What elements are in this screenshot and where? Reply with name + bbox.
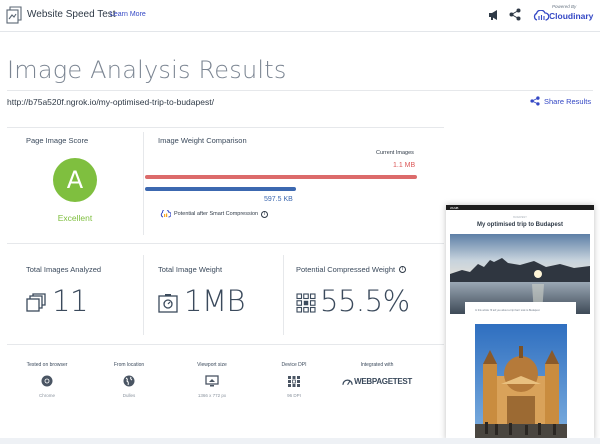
preview-article-body: In this article I'll tell you about a tr… bbox=[465, 302, 576, 440]
chrome-icon bbox=[41, 375, 53, 387]
preview-site-brand: WLMB bbox=[450, 206, 459, 210]
info-icon[interactable]: i bbox=[399, 266, 407, 273]
total-images-value: 11 bbox=[52, 284, 88, 318]
env-integration-label: Integrated with bbox=[360, 362, 394, 368]
optimized-weight-value: 597.5 KB bbox=[264, 196, 293, 203]
env-dpi-label: Device DPI bbox=[281, 362, 307, 368]
section-divider bbox=[7, 127, 444, 128]
cloudinary-cloud-icon bbox=[533, 10, 549, 21]
share-results-label: Share Results bbox=[544, 96, 592, 106]
webpagetest-wordmark: WEBPAGETEST bbox=[354, 377, 412, 386]
env-location-label: From location bbox=[113, 362, 145, 368]
share-icon[interactable] bbox=[509, 8, 521, 21]
monitor-icon bbox=[205, 375, 219, 387]
env-dpi-value: 96 DPI bbox=[287, 393, 301, 398]
cloudinary-cloud-icon bbox=[160, 210, 171, 218]
env-viewport-label: Viewport size bbox=[197, 362, 227, 368]
env-viewport: Viewport size 1366 x 772 px bbox=[177, 362, 247, 398]
preview-caption: In this article I'll tell you about a tr… bbox=[475, 309, 540, 312]
preview-title: My optimised trip to Budapest bbox=[476, 222, 563, 228]
page-screenshot-preview[interactable]: WLMB BUDAPEST My optimised trip to Budap… bbox=[446, 205, 594, 440]
page-title: Image Analysis Results bbox=[7, 56, 287, 84]
column-divider bbox=[143, 132, 144, 235]
basilica-photo-image bbox=[475, 324, 567, 440]
compressed-weight-label: Potential Compressed Weight bbox=[296, 265, 396, 274]
env-browser-label: Tested on browser bbox=[26, 362, 68, 368]
speed-test-page: Website Speed Test Learn More Powered By… bbox=[0, 0, 600, 444]
preview-kicker: BUDAPEST bbox=[513, 216, 527, 219]
images-stack-icon bbox=[26, 293, 46, 312]
compressed-weight-label-row: Potential Compressed Weight i bbox=[296, 265, 407, 274]
potential-compression-text: Potential after Smart Compression bbox=[174, 211, 259, 217]
globe-location-icon bbox=[123, 375, 135, 387]
preview-site-header bbox=[446, 205, 594, 210]
compression-grid-icon bbox=[296, 293, 316, 313]
total-weight-value: 1MB bbox=[184, 284, 245, 318]
env-browser-value: Chrome bbox=[38, 393, 55, 398]
cloudinary-brand[interactable]: Cloudinary bbox=[549, 11, 593, 21]
top-bar: Website Speed Test Learn More Powered By… bbox=[0, 0, 600, 32]
total-weight-label: Total Image Weight bbox=[158, 265, 223, 274]
env-location-value: Dulles bbox=[122, 393, 136, 398]
env-browser: Tested on browser Chrome bbox=[12, 362, 82, 398]
webpagetest-logo-icon bbox=[342, 379, 353, 386]
weight-scale-icon bbox=[158, 294, 178, 313]
section-divider bbox=[7, 344, 444, 345]
megaphone-icon[interactable] bbox=[488, 9, 500, 21]
share-results-button[interactable]: Share Results bbox=[530, 96, 591, 106]
powered-by-label: Powered By bbox=[552, 4, 577, 9]
potential-compression-note: Potential after Smart Compression i bbox=[160, 210, 269, 218]
current-images-value: 1.1 MB bbox=[393, 162, 416, 169]
speed-test-logo-icon[interactable] bbox=[6, 6, 22, 24]
webpagetest-logo[interactable]: WEBPAGETEST bbox=[342, 377, 412, 386]
tested-url: http://b75a520f.ngrok.io/my-optimised-tr… bbox=[7, 97, 214, 107]
dpi-grid-icon bbox=[288, 376, 300, 387]
footer-strip bbox=[0, 438, 600, 444]
current-weight-bar bbox=[145, 175, 417, 179]
weight-comparison-label: Image Weight Comparison bbox=[158, 136, 247, 145]
optimized-weight-bar bbox=[145, 187, 296, 191]
title-divider bbox=[7, 90, 593, 91]
score-grade-text: Excellent bbox=[57, 213, 93, 223]
env-dpi: Device DPI 96 DPI bbox=[259, 362, 329, 398]
app-title: Website Speed Test bbox=[27, 9, 116, 20]
page-image-score-label: Page Image Score bbox=[26, 136, 89, 145]
learn-more-link[interactable]: Learn More bbox=[110, 11, 146, 18]
info-icon[interactable]: i bbox=[261, 210, 269, 218]
column-divider bbox=[283, 255, 284, 335]
env-viewport-value: 1366 x 772 px bbox=[197, 393, 227, 398]
column-divider bbox=[143, 255, 144, 335]
total-images-label: Total Images Analyzed bbox=[26, 265, 102, 274]
section-divider bbox=[7, 243, 444, 244]
compressed-weight-value: 55.5% bbox=[320, 284, 410, 318]
env-location: From location Dulles bbox=[94, 362, 164, 398]
current-images-label: Current Images bbox=[376, 150, 414, 156]
score-grade-badge: A bbox=[53, 158, 97, 202]
env-integration: Integrated with WEBPAGETEST bbox=[342, 362, 412, 386]
share-icon bbox=[530, 96, 540, 106]
